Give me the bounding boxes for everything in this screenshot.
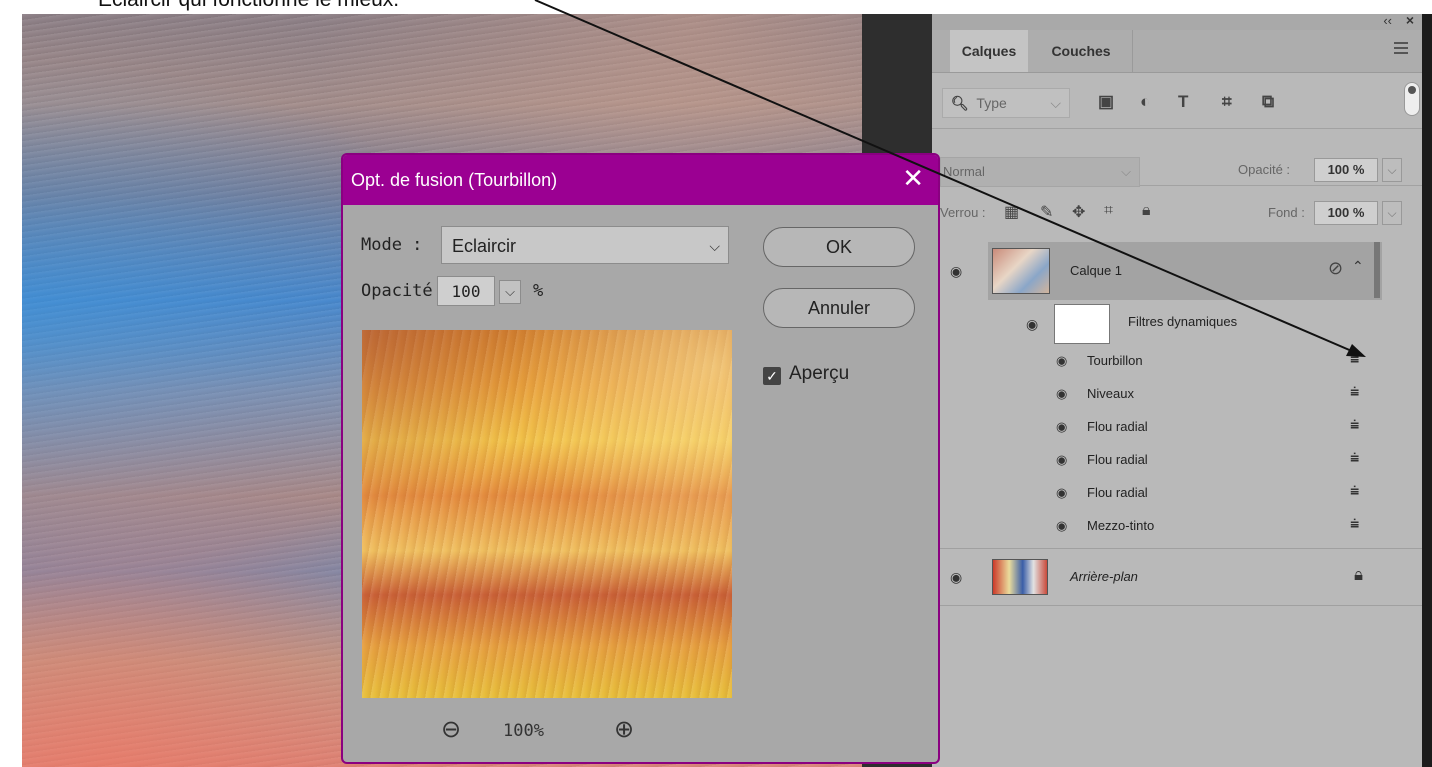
annotation-arrow xyxy=(534,0,1366,357)
